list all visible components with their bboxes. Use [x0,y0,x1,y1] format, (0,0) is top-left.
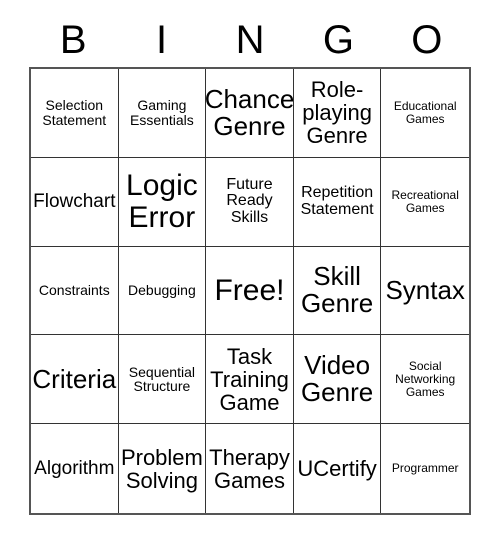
bingo-cell-label: Social Networking Games [395,359,456,399]
bingo-header-letter-b: B [59,18,87,62]
bingo-cell-label: Future Ready Skills [226,175,273,227]
bingo-cell-label: Gaming Essentials [129,97,194,128]
bingo-cell-r5c1[interactable]: Algorithm [31,424,119,513]
bingo-cell-r1c2[interactable]: Gaming Essentials [118,69,207,158]
bingo-cell-r3c4[interactable]: Skill Genre [293,246,382,336]
bingo-cell-label: Free! [214,273,285,307]
bingo-cell-label: Therapy Games [209,444,290,493]
bingo-cell-r2c4[interactable]: Repetition Statement [293,157,382,247]
bingo-header-letter-o: O [411,18,443,62]
bingo-cell-r1c3[interactable]: Chance Genre [206,69,294,158]
bingo-cell-label: Syntax [385,274,465,305]
bingo-cell-r2c5[interactable]: Recreational Games [381,157,469,247]
bingo-cell-label: Repetition Statement [300,183,374,218]
bingo-cell-label: Sequential Structure [128,363,195,395]
bingo-cell-r2c2[interactable]: Logic Error [118,157,207,247]
bingo-header-letter-n: N [235,18,265,62]
bingo-cell-label: UCertify [297,456,377,482]
bingo-cell-r4c5[interactable]: Social Networking Games [381,335,469,425]
bingo-cell-r2c1[interactable]: Flowchart [31,157,119,247]
bingo-cell-r1c1[interactable]: Selection Statement [31,69,119,158]
bingo-card: B I N G O Selection Statement Gaming Esse… [29,13,471,515]
bingo-cell-r1c4[interactable]: Role-playing Genre [293,69,382,158]
bingo-cell-r5c5[interactable]: Programmer [381,424,469,513]
bingo-cell-r5c4[interactable]: UCertify [293,424,382,513]
bingo-header: B I N G O [29,13,471,67]
bingo-cell-r3c3[interactable]: Free! [206,246,294,336]
bingo-cell-r2c3[interactable]: Future Ready Skills [206,157,294,247]
bingo-cell-label: Debugging [128,282,196,299]
bingo-cell-label: Chance Genre [206,83,294,141]
bingo-cell-label: Algorithm [34,457,115,479]
bingo-cell-label: Constraints [38,282,110,299]
bingo-cell-label: Video Genre [300,349,374,408]
bingo-cell-r3c5[interactable]: Syntax [381,246,469,336]
bingo-cell-r3c2[interactable]: Debugging [118,246,207,336]
bingo-grid: Selection Statement Gaming Essentials Chan… [29,67,471,515]
bingo-cell-label: Educational Games [393,99,457,126]
bingo-cell-r5c3[interactable]: Therapy Games [206,424,294,513]
bingo-cell-label: Programmer [391,461,459,476]
bingo-cell-label: Logic Error [126,169,198,234]
bingo-header-letter-i: I [156,18,168,62]
bingo-cell-label: Criteria [32,363,117,394]
bingo-cell-r1c5[interactable]: Educational Games [381,69,469,158]
bingo-cell-label: Problem Solving [120,444,203,493]
bingo-cell-label: Role-playing Genre [302,77,372,149]
bingo-cell-label: Selection Statement [42,97,107,128]
bingo-cell-label: Task Training Game [210,343,289,415]
bingo-cell-r4c3[interactable]: Task Training Game [206,335,294,425]
bingo-cell-r4c1[interactable]: Criteria [31,335,119,425]
bingo-cell-label: Recreational Games [391,188,459,215]
bingo-cell-r3c1[interactable]: Constraints [31,246,119,336]
bingo-cell-r4c2[interactable]: Sequential Structure [118,335,207,425]
bingo-cell-label: Flowchart [33,190,116,212]
bingo-cell-r4c4[interactable]: Video Genre [293,335,382,425]
bingo-header-letter-g: G [322,18,354,62]
bingo-cell-label: Skill Genre [300,261,374,319]
bingo-cell-r5c2[interactable]: Problem Solving [118,424,207,513]
